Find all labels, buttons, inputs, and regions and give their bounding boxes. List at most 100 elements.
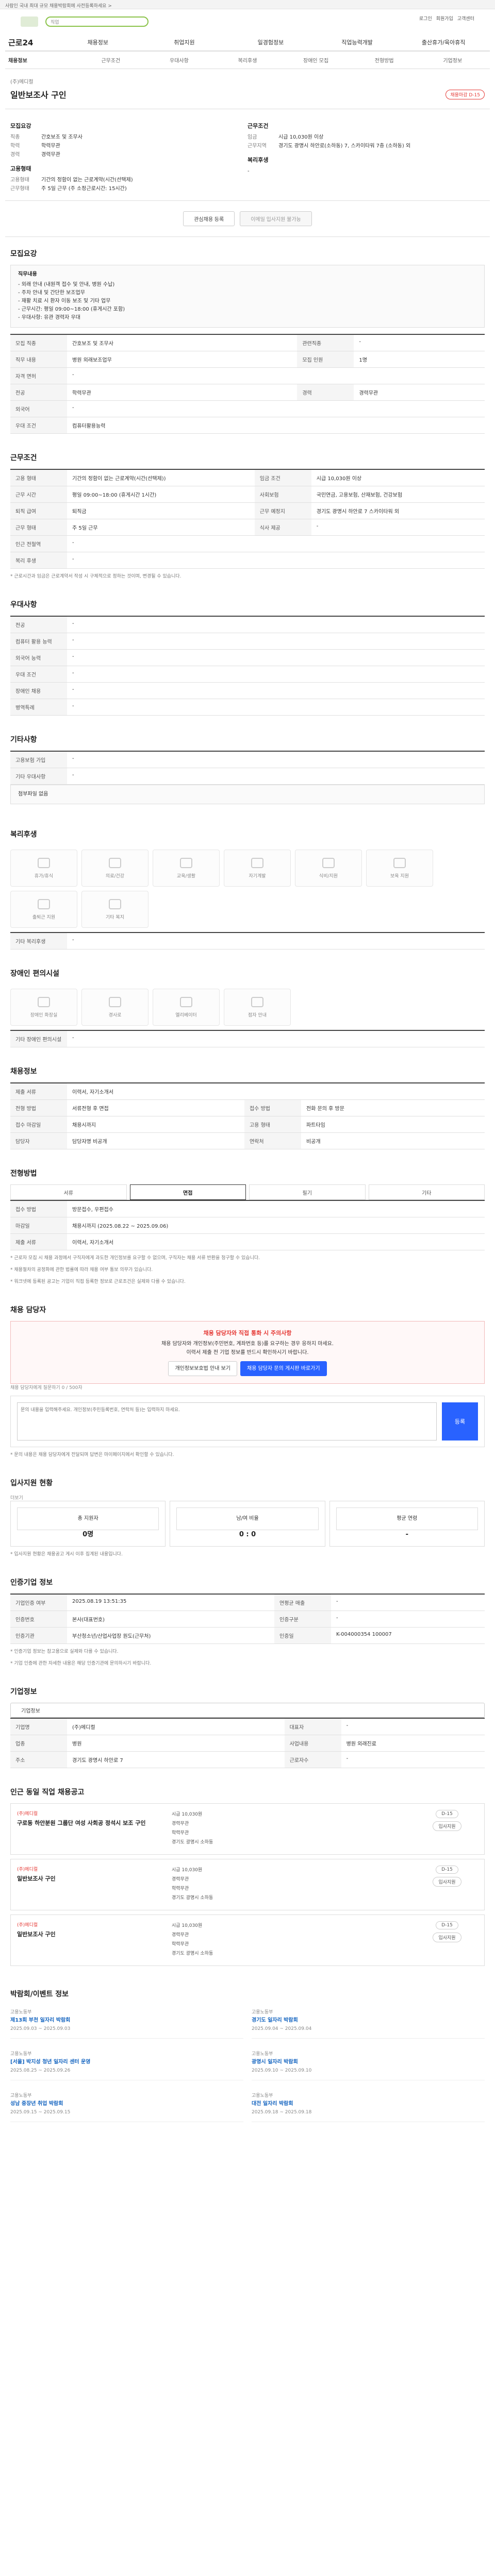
more-link[interactable]: 더보기 bbox=[10, 1494, 485, 1501]
event-title: 제13회 부천 일자리 박람회 bbox=[10, 2018, 71, 2023]
table-label: 직무 내용 bbox=[10, 351, 67, 368]
table-row: 병역특례 - bbox=[10, 699, 485, 716]
table-label: 외국어 bbox=[10, 400, 67, 417]
tab-item[interactable]: 채용정보 bbox=[8, 56, 77, 64]
method-option[interactable]: 서류 bbox=[10, 1184, 127, 1200]
tab-item[interactable]: 복리후생 bbox=[213, 56, 282, 64]
util-link[interactable]: 로그인 bbox=[419, 15, 432, 22]
event-item[interactable]: 고용노동부 성남 중장년 취업 박람회 2025.09.15 ~ 2025.09.1… bbox=[10, 2089, 243, 2122]
rec-apply-button[interactable]: 입사지원 bbox=[433, 1821, 461, 1831]
scrap-button[interactable]: 관심채용 등록 bbox=[183, 211, 235, 226]
table-label: 퇴직 급여 bbox=[10, 502, 67, 519]
inquiry-textarea[interactable] bbox=[17, 1402, 437, 1440]
event-title: [서울] 박지성 청년 일자리 센터 운영 bbox=[10, 2059, 91, 2065]
warning-buttons: 개인정보보호법 안내 보기 채용 담당자 문의 게시판 바로가기 bbox=[18, 1357, 477, 1376]
method-option[interactable]: 면접 bbox=[129, 1184, 246, 1200]
event-list: 고용노동부 제13회 부천 일자리 박람회 2025.09.03 ~ 2025.09… bbox=[10, 2005, 485, 2122]
kv-label: 경력 bbox=[10, 152, 20, 158]
rec-left: (주)메디컬 일반보조사 구인 bbox=[17, 1921, 172, 1959]
nav-item[interactable]: 출산휴가/육아휴직 bbox=[400, 38, 487, 46]
nav-item[interactable]: 채용정보 bbox=[55, 38, 141, 46]
benefit-card: 엘리베이터 bbox=[153, 989, 220, 1026]
benefit-icon bbox=[109, 996, 121, 1007]
kv-label: 고용형태 bbox=[10, 177, 29, 183]
table-value: 주 5일 근무 bbox=[67, 519, 255, 536]
section: 우대사항 전공 - 컴퓨터 활용 능력 - 외국어 능력 - 우대 조건 - 장애인 채용 - 병역특… bbox=[5, 588, 490, 723]
event-agency: 고용노동부 bbox=[10, 2052, 32, 2057]
kv-value: 기간의 정함이 없는 근로계약(시간(선택제) bbox=[41, 177, 133, 183]
table-row: 모집 직종 간호보조 및 조무사 관련직종 - bbox=[10, 334, 485, 351]
event-item[interactable]: 고용노동부 대전 일자리 박람회 2025.09.18 ~ 2025.09.18 bbox=[252, 2089, 485, 2122]
benefit-label: 출퇴근 지원 bbox=[32, 914, 56, 920]
tab-item[interactable]: 우대사항 bbox=[145, 56, 213, 64]
tab-item[interactable]: 기업정보 bbox=[418, 56, 487, 64]
info-table: 모집 직종 간호보조 및 조무사 관련직종 - 직무 내용 병원 외래보조업무 모집 인원 1… bbox=[10, 334, 485, 434]
event-item[interactable]: 고용노동부 제13회 부천 일자리 박람회 2025.09.03 ~ 2025.09… bbox=[10, 2005, 243, 2039]
table-value: 학력무관 bbox=[67, 384, 298, 401]
rec-apply-button[interactable]: 입사지원 bbox=[433, 1933, 461, 1942]
rec-meta-item: 시급 10,030원 bbox=[172, 1868, 203, 1873]
table-value: 경기도 광명시 하안로 7 스카이타워 외 bbox=[311, 502, 485, 519]
top-notice-bar[interactable]: 사람인 국내 최대 규모 채용박람회에 사전등록하세요 > bbox=[0, 0, 495, 9]
board-button[interactable]: 채용 담당자 문의 게시판 바로가기 bbox=[240, 1361, 327, 1376]
benefit-label: 기타 복지 bbox=[106, 914, 124, 920]
event-item[interactable]: 고용노동부 경기도 일자리 박람회 2025.09.04 ~ 2025.09.04 bbox=[252, 2005, 485, 2039]
table-label: 연평균 매출 bbox=[274, 1594, 332, 1611]
table-value: 경력무관 bbox=[354, 384, 485, 401]
rec-apply-button[interactable]: 입사지원 bbox=[433, 1877, 461, 1887]
table-row: 접수 마감일 채용시까지 고용 형태 파트타임 bbox=[10, 1116, 485, 1133]
tab-item[interactable]: 장애인 모집 bbox=[282, 56, 350, 64]
privacy-button[interactable]: 개인정보보호법 안내 보기 bbox=[168, 1361, 238, 1376]
company-info-button[interactable]: 기업정보 bbox=[10, 1703, 485, 1718]
table-label: 접수 마감일 bbox=[10, 1116, 67, 1133]
table-value: 채용시까지 (2025.08.22 ~ 2025.09.06) bbox=[67, 1217, 485, 1234]
benefit-icon bbox=[251, 857, 263, 868]
nav-item[interactable]: 직업능력개발 bbox=[314, 38, 401, 46]
note: * 근로시간과 임금은 근로계약서 작성 시 구체적으로 정하는 것이며, 변경… bbox=[10, 574, 182, 579]
table-value: 이력서, 자기소개서 bbox=[67, 1083, 485, 1100]
event-agency: 고용노동부 bbox=[252, 2052, 273, 2057]
event-item[interactable]: 고용노동부 [서울] 박지성 청년 일자리 센터 운영 2025.08.25 ~ 2… bbox=[10, 2047, 243, 2080]
table-label: 인증구분 bbox=[274, 1611, 332, 1628]
apply-button[interactable]: 이메일 입사지원 불가능 bbox=[240, 211, 312, 226]
util-link[interactable]: 회원가입 bbox=[436, 15, 453, 22]
table-label: 업종 bbox=[10, 1735, 67, 1752]
nav-item[interactable]: 취업지원 bbox=[141, 38, 228, 46]
table-row: 자격 면허 - bbox=[10, 367, 485, 384]
table-label: 고용 형태 bbox=[244, 1116, 301, 1133]
main-nav: 근로24 채용정보 취업지원 일경험정보 직업능력개발 출산휴가/육아휴직 bbox=[5, 34, 490, 52]
kv-row: 고용형태 기간의 정함이 없는 근로계약(시간(선택제) bbox=[10, 176, 248, 184]
table-value: - bbox=[67, 633, 485, 650]
inquiry-send-button[interactable]: 등록 bbox=[442, 1402, 478, 1440]
event-title: 대전 일자리 박람회 bbox=[252, 2101, 293, 2107]
kv-label: 학력 bbox=[10, 143, 20, 149]
brand-title[interactable]: 근로24 bbox=[8, 37, 55, 48]
table-label: 근무 예정지 bbox=[254, 502, 311, 519]
table-value: - bbox=[67, 699, 485, 716]
table-label: 모집 인원 bbox=[297, 351, 354, 368]
tab-item[interactable]: 근무조건 bbox=[77, 56, 145, 64]
search-input[interactable]: 직업 bbox=[45, 16, 148, 27]
table-value: 간호보조 및 조무사 bbox=[67, 334, 298, 351]
event-item[interactable]: 고용노동부 광명시 일자리 박람회 2025.09.10 ~ 2025.09.10 bbox=[252, 2047, 485, 2080]
method-option[interactable]: 필기 bbox=[249, 1184, 366, 1200]
rec-card[interactable]: (주)메디컬 일반보조사 구인 시급 10,030원 경력무관 학력무관 경기도 광명시 … bbox=[10, 1914, 485, 1966]
util-link[interactable]: 고객센터 bbox=[457, 15, 474, 22]
top-notice[interactable]: 사람인 국내 최대 규모 채용박람회에 사전등록하세요 > bbox=[5, 4, 112, 9]
table-row: 고용 형태 기간의 정함이 없는 근로계약(시간(선택제)) 임금 조건 시급 10,… bbox=[10, 469, 485, 486]
table-row: 근무 시간 평일 09:00~18:00 (휴게시간 1시간) 사회보험 국민연금, … bbox=[10, 486, 485, 503]
stat-card: 평균 연령 - bbox=[329, 1501, 485, 1547]
nav-item[interactable]: 일경험정보 bbox=[227, 38, 314, 46]
logo[interactable] bbox=[21, 16, 38, 27]
tab-item[interactable]: 전형방법 bbox=[350, 56, 419, 64]
rec-meta: 시급 10,030원 경력무관 학력무관 경기도 광명시 소하동 bbox=[172, 1866, 416, 1904]
duty-line: - 주차 안내 및 간단한 보조업무 bbox=[18, 290, 85, 296]
method-option[interactable]: 기타 bbox=[368, 1184, 485, 1200]
rec-meta-item: 경기도 광명시 소하동 bbox=[172, 1895, 213, 1901]
section: 근무조건 고용 형태 기간의 정함이 없는 근로계약(시간(선택제)) 임금 조건 시급… bbox=[5, 441, 490, 588]
rec-card[interactable]: (주)메디컬 구로동 하안분원 그룹단 여성 사회공 정석시 보조 구인 시급 10… bbox=[10, 1803, 485, 1855]
company-name[interactable]: (주)메디컬 bbox=[10, 77, 485, 85]
rec-card[interactable]: (주)메디컬 일반보조사 구인 시급 10,030원 경력무관 학력무관 경기도 광명시 … bbox=[10, 1859, 485, 1910]
table-label: 자격 면허 bbox=[10, 367, 67, 384]
section-heading: 인증기업 정보 bbox=[10, 1579, 53, 1587]
